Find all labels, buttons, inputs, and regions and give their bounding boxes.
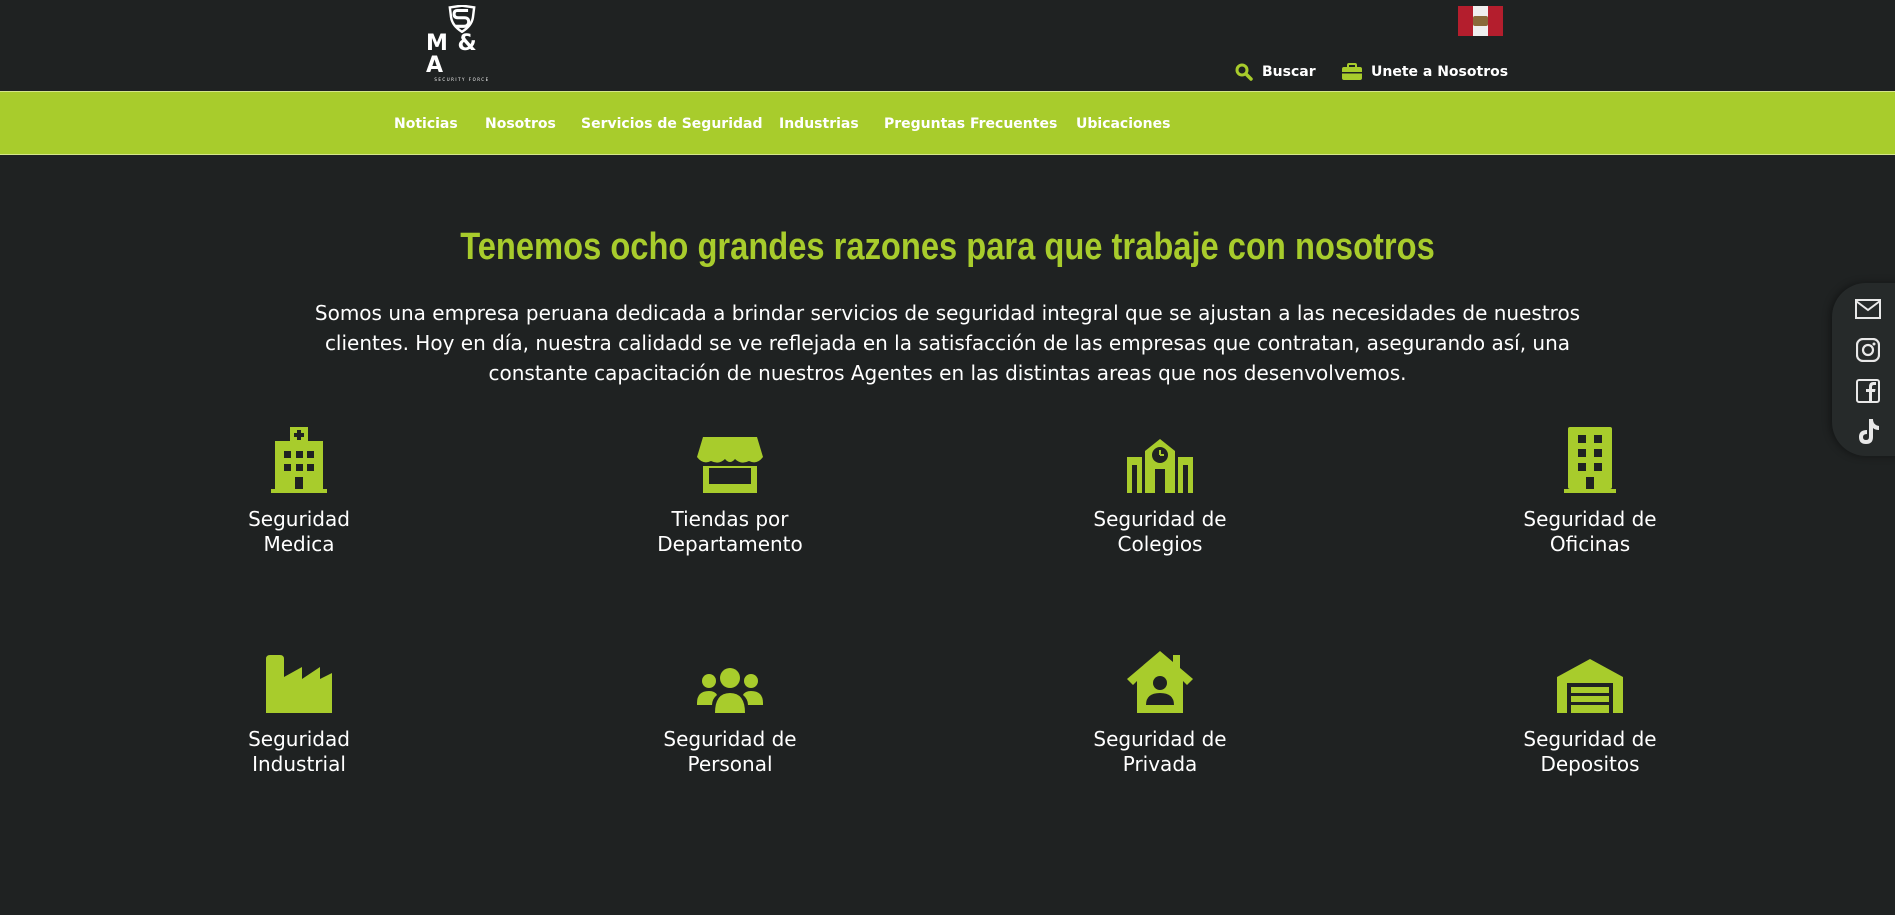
- service-label-line2: Depositos: [1540, 752, 1640, 776]
- peru-flag-language-icon[interactable]: [1458, 6, 1503, 36]
- logo-text: M & A: [426, 31, 478, 78]
- service-label-line2: Personal: [687, 752, 773, 776]
- briefcase-icon: [1342, 63, 1362, 80]
- search-link[interactable]: Buscar: [1235, 63, 1316, 81]
- join-us-label: Unete a Nosotros: [1371, 63, 1509, 80]
- nav-item-industrias[interactable]: Industrias: [779, 116, 859, 132]
- service-label-line2: Departamento: [657, 532, 803, 556]
- hospital-icon: [169, 423, 429, 493]
- service-label-line1: Seguridad: [248, 507, 350, 531]
- social-sidebar: [1832, 283, 1895, 456]
- service-card-personal[interactable]: Seguridad de Personal: [600, 643, 860, 777]
- school-icon: [1030, 423, 1290, 493]
- flag-stripe-left: [1458, 6, 1473, 36]
- store-icon: [600, 423, 860, 493]
- main-nav: Noticias Nosotros Servicios de Seguridad…: [0, 91, 1895, 155]
- join-us-link[interactable]: Unete a Nosotros: [1342, 63, 1508, 80]
- service-card-industrial[interactable]: Seguridad Industrial: [169, 643, 429, 777]
- nav-item-ubicaciones[interactable]: Ubicaciones: [1076, 116, 1170, 132]
- service-label-line1: Seguridad de: [1523, 507, 1657, 531]
- logo-subtext: SECURITY FORCE: [434, 77, 490, 82]
- service-label-line1: Seguridad de: [1523, 727, 1657, 751]
- warehouse-icon: [1460, 643, 1720, 713]
- service-label-line2: Privada: [1122, 752, 1198, 776]
- house-user-icon: [1030, 643, 1290, 713]
- section-title: Tenemos ocho grandes razones para que tr…: [460, 226, 1435, 268]
- service-label-line2: Industrial: [252, 752, 346, 776]
- flag-stripe-center: [1473, 6, 1488, 36]
- shield-logo-icon: [448, 5, 476, 33]
- service-label-line2: Colegios: [1117, 532, 1203, 556]
- service-label-line1: Seguridad de: [663, 727, 797, 751]
- nav-item-nosotros[interactable]: Nosotros: [485, 116, 556, 132]
- intro-paragraph: Somos una empresa peruana dedicada a bri…: [314, 301, 1581, 385]
- tiktok-icon[interactable]: [1854, 418, 1882, 446]
- office-building-icon: [1460, 423, 1720, 493]
- top-header: M & A SECURITY FORCE Buscar Unete a Noso…: [0, 0, 1895, 91]
- service-card-depositos[interactable]: Seguridad de Depositos: [1460, 643, 1720, 777]
- instagram-icon[interactable]: [1854, 336, 1882, 364]
- facebook-icon[interactable]: [1854, 377, 1882, 405]
- service-label-line2: Oficinas: [1549, 532, 1631, 556]
- mail-icon[interactable]: [1854, 295, 1882, 323]
- search-label: Buscar: [1262, 64, 1316, 80]
- people-group-icon: [600, 643, 860, 713]
- flag-stripe-right: [1488, 6, 1503, 36]
- service-label-line1: Seguridad de: [1093, 507, 1227, 531]
- service-card-tiendas[interactable]: Tiendas por Departamento: [600, 423, 860, 557]
- service-card-privada[interactable]: Seguridad de Privada: [1030, 643, 1290, 777]
- service-label-line2: Medica: [263, 532, 335, 556]
- service-label-line1: Tiendas por: [671, 507, 789, 531]
- nav-item-noticias[interactable]: Noticias: [394, 116, 458, 132]
- service-label-line1: Seguridad: [248, 727, 350, 751]
- service-card-colegios[interactable]: Seguridad de Colegios: [1030, 423, 1290, 557]
- nav-item-preguntas[interactable]: Preguntas Frecuentes: [884, 116, 1057, 132]
- flag-seal: [1473, 16, 1488, 26]
- search-icon: [1235, 63, 1253, 81]
- factory-icon: [169, 643, 429, 713]
- service-card-oficinas[interactable]: Seguridad de Oficinas: [1460, 423, 1720, 557]
- nav-item-servicios[interactable]: Servicios de Seguridad: [581, 116, 762, 132]
- service-card-medica[interactable]: Seguridad Medica: [169, 423, 429, 557]
- service-label-line1: Seguridad de: [1093, 727, 1227, 751]
- company-logo[interactable]: M & A SECURITY FORCE: [426, 5, 498, 83]
